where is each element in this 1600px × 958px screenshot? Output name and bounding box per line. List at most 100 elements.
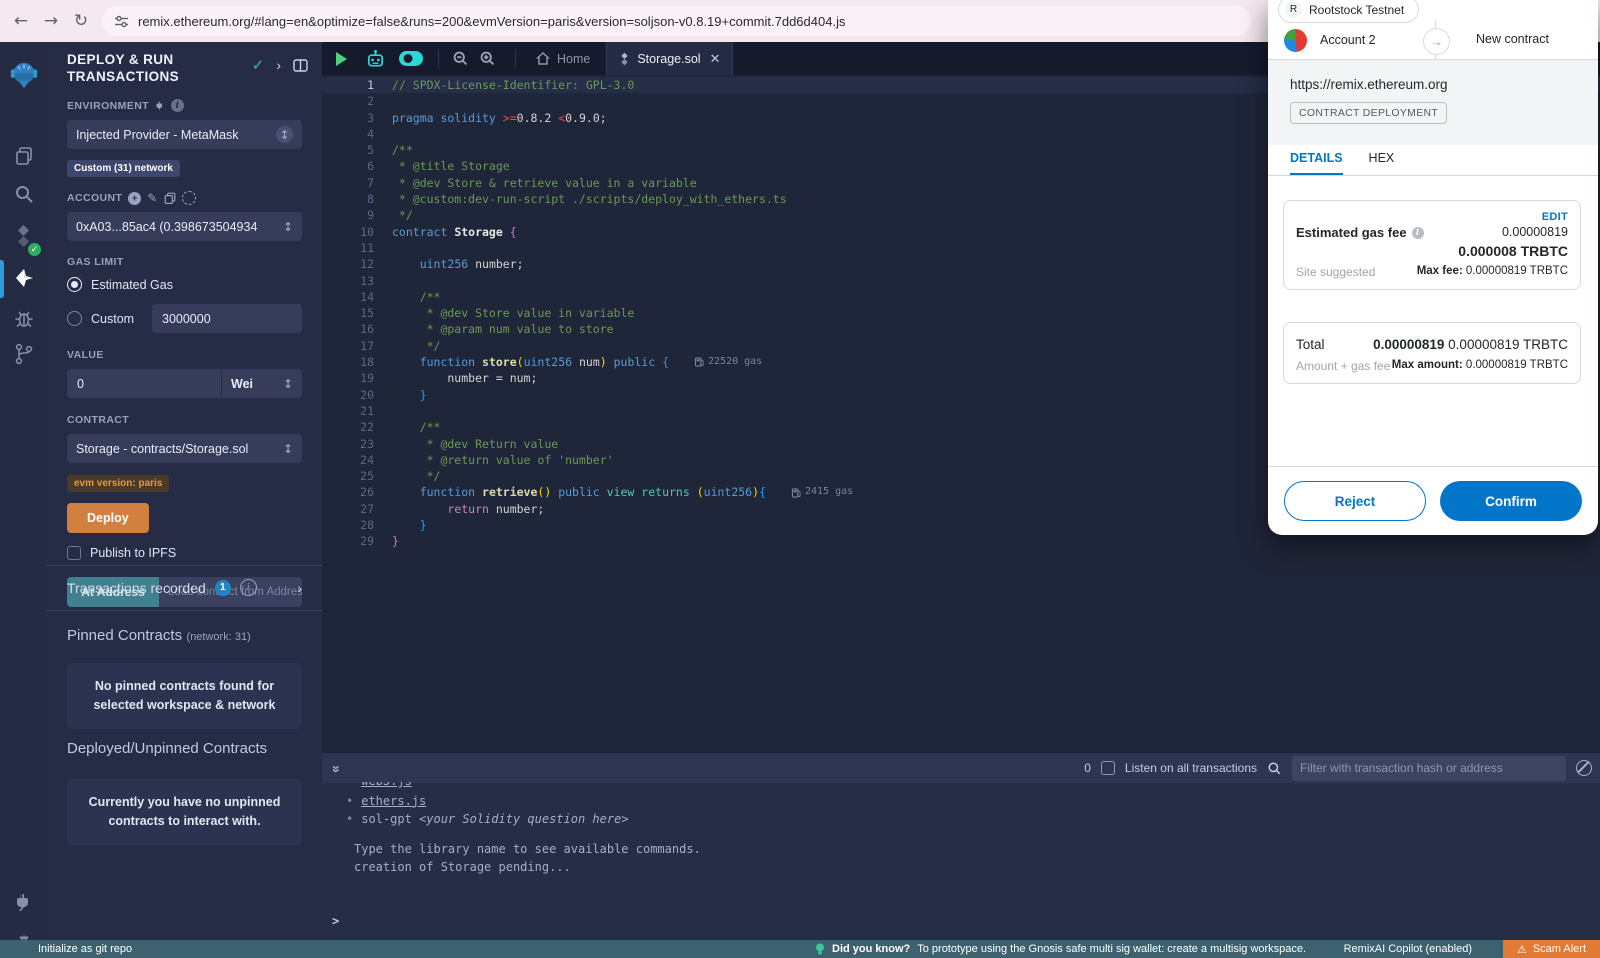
value-label: VALUE	[67, 349, 302, 361]
search-icon[interactable]	[0, 176, 47, 212]
account-label: ACCOUNT + ✎	[67, 191, 302, 205]
plug-icon	[155, 100, 165, 111]
ethers-link[interactable]: ethers.js	[361, 795, 426, 809]
edit-gas-button[interactable]: EDIT	[1296, 211, 1568, 223]
listen-transactions-checkbox[interactable]	[1101, 761, 1115, 775]
did-you-know-text: To prototype using the Gnosis safe multi…	[917, 943, 1306, 955]
confirm-button[interactable]: Confirm	[1440, 481, 1582, 521]
plugin-manager-icon[interactable]	[0, 884, 47, 920]
evm-version-badge: evm version: paris	[67, 475, 169, 492]
warning-icon: ⚠	[1517, 943, 1527, 956]
select-caret-icon: ↕	[283, 220, 293, 234]
from-account: Account 2	[1320, 33, 1376, 47]
forward-icon[interactable]: →	[36, 11, 66, 31]
run-script-icon[interactable]	[336, 52, 347, 66]
solgpt-hint: <your Solidity question here>	[419, 812, 629, 826]
environment-select[interactable]: Injected Provider - MetaMask ↕	[67, 120, 302, 149]
select-caret-icon: ↕	[283, 442, 293, 456]
max-amount-label: Max amount:	[1392, 359, 1463, 371]
deploy-button[interactable]: Deploy	[67, 503, 149, 533]
zoom-in-icon[interactable]	[479, 50, 496, 67]
close-tab-icon[interactable]: ✕	[710, 51, 721, 67]
account-select[interactable]: 0xA03...85ac4 (0.398673504934 ↕	[67, 212, 302, 241]
screen: ← → ↻ remix.ethereum.org/#lang=en&optimi…	[0, 0, 1600, 958]
terminal-prompt[interactable]: >	[332, 915, 339, 929]
url-bar[interactable]: remix.ethereum.org/#lang=en&optimize=fal…	[102, 6, 1251, 36]
gas-limit-label: GAS LIMIT	[67, 256, 302, 268]
deploy-run-panel: DEPLOY & RUN TRANSACTIONS ✓ › ENVIRONMEN…	[47, 42, 322, 940]
metamask-tabs: DETAILS HEX	[1268, 145, 1598, 176]
account-refresh-icon[interactable]	[182, 191, 196, 205]
estimated-gas-option[interactable]: Estimated Gas	[67, 277, 302, 292]
terminal-output[interactable]: •web3.js •ethers.js • sol-gpt <your Soli…	[322, 782, 1600, 940]
site-suggested-label: Site suggested	[1296, 265, 1375, 279]
custom-gas-option[interactable]: Custom 3000000	[67, 304, 302, 333]
value-unit-select[interactable]: Wei ↕	[222, 369, 302, 398]
copilot-status[interactable]: RemixAI Copilot (enabled)	[1344, 943, 1472, 955]
network-pill[interactable]: R Rootstock Testnet	[1278, 0, 1419, 23]
tab-details[interactable]: DETAILS	[1290, 145, 1343, 175]
total-bold-value: 0.00000819	[1373, 337, 1444, 352]
custom-gas-input[interactable]: 3000000	[152, 304, 302, 333]
debugger-icon[interactable]	[0, 300, 47, 336]
git-icon[interactable]	[0, 336, 47, 372]
tab-hex[interactable]: HEX	[1369, 145, 1395, 175]
value-input[interactable]: 0	[67, 369, 221, 398]
terminal-help-line: Type the library name to see available c…	[354, 843, 1600, 857]
select-caret-icon: ↕	[279, 128, 289, 142]
deploy-and-run-icon[interactable]	[0, 260, 47, 296]
copilot-toggle-icon[interactable]	[398, 50, 424, 67]
status-bar: Initialize as git repo Did you know? To …	[0, 940, 1600, 958]
environment-label: ENVIRONMENT i	[67, 99, 302, 112]
publish-ipfs-checkbox[interactable]	[67, 546, 81, 560]
remix-logo[interactable]	[0, 52, 47, 98]
panel-expand-icon[interactable]: ›	[276, 57, 281, 73]
reload-icon[interactable]: ↻	[66, 11, 96, 31]
add-account-icon[interactable]: +	[128, 192, 141, 205]
contract-select[interactable]: Storage - contracts/Storage.sol ↕	[67, 434, 302, 463]
account-avatar	[1284, 29, 1307, 52]
pinned-network-suffix: (network: 31)	[187, 631, 251, 643]
estimated-gas-radio[interactable]	[67, 277, 82, 292]
gas-info-icon[interactable]: i	[1412, 227, 1424, 239]
remixai-assistant-icon[interactable]	[365, 49, 386, 69]
git-init-status[interactable]: Initialize as git repo	[38, 943, 132, 955]
transactions-count-badge: 1	[215, 580, 231, 596]
scam-alert-button[interactable]: ⚠ Scam Alert	[1503, 940, 1600, 958]
custom-gas-radio[interactable]	[67, 311, 82, 326]
terminal-filter-input[interactable]: Filter with transaction hash or address	[1292, 756, 1566, 781]
clear-console-icon[interactable]	[1576, 760, 1592, 776]
terminal-lib-item: • sol-gpt <your Solidity question here>	[346, 813, 1600, 827]
terminal-pending-line: creation of Storage pending...	[354, 861, 1600, 875]
terminal-search-icon[interactable]	[1267, 761, 1282, 776]
terminal: » 0 Listen on all transactions Filter wi…	[322, 752, 1600, 940]
web3-link[interactable]: web3.js	[361, 782, 412, 789]
total-label: Total	[1296, 337, 1325, 352]
url-text: remix.ethereum.org/#lang=en&optimize=fal…	[138, 14, 845, 29]
publish-ipfs-row[interactable]: Publish to IPFS	[67, 546, 302, 560]
environment-info-icon[interactable]: i	[171, 99, 184, 112]
back-icon[interactable]: ←	[6, 11, 36, 31]
terminal-expand-icon[interactable]: »	[329, 765, 345, 771]
transactions-recorded-row[interactable]: Transactions recorded 1 i ›	[67, 579, 302, 596]
transactions-expand-icon[interactable]: ›	[297, 580, 302, 596]
contract-label: CONTRACT	[67, 414, 302, 426]
network-badge: Custom (31) network	[67, 160, 180, 177]
site-settings-icon[interactable]	[114, 14, 129, 29]
zoom-out-icon[interactable]	[452, 50, 469, 67]
lightbulb-icon	[815, 943, 825, 956]
tab-home[interactable]: Home	[524, 42, 602, 75]
transactions-info-icon[interactable]: i	[240, 579, 257, 596]
solidity-compiler-icon[interactable]: ✓	[0, 218, 47, 254]
origin-section: https://remix.ethereum.org CONTRACT DEPL…	[1268, 60, 1598, 145]
file-explorer-icon[interactable]	[0, 138, 47, 174]
did-you-know-label: Did you know?	[832, 943, 910, 955]
code-line[interactable]: 29}	[322, 533, 1600, 549]
sign-message-icon[interactable]: ✎	[147, 191, 157, 205]
tab-storage-sol[interactable]: Storage.sol ✕	[606, 42, 733, 75]
gas-estimate-hint: 22520 gas	[695, 354, 762, 370]
copy-address-icon[interactable]	[164, 192, 176, 204]
gas-fee-value: 0.00000819	[1502, 225, 1568, 239]
panel-layout-icon[interactable]	[293, 59, 308, 72]
reject-button[interactable]: Reject	[1284, 481, 1426, 521]
